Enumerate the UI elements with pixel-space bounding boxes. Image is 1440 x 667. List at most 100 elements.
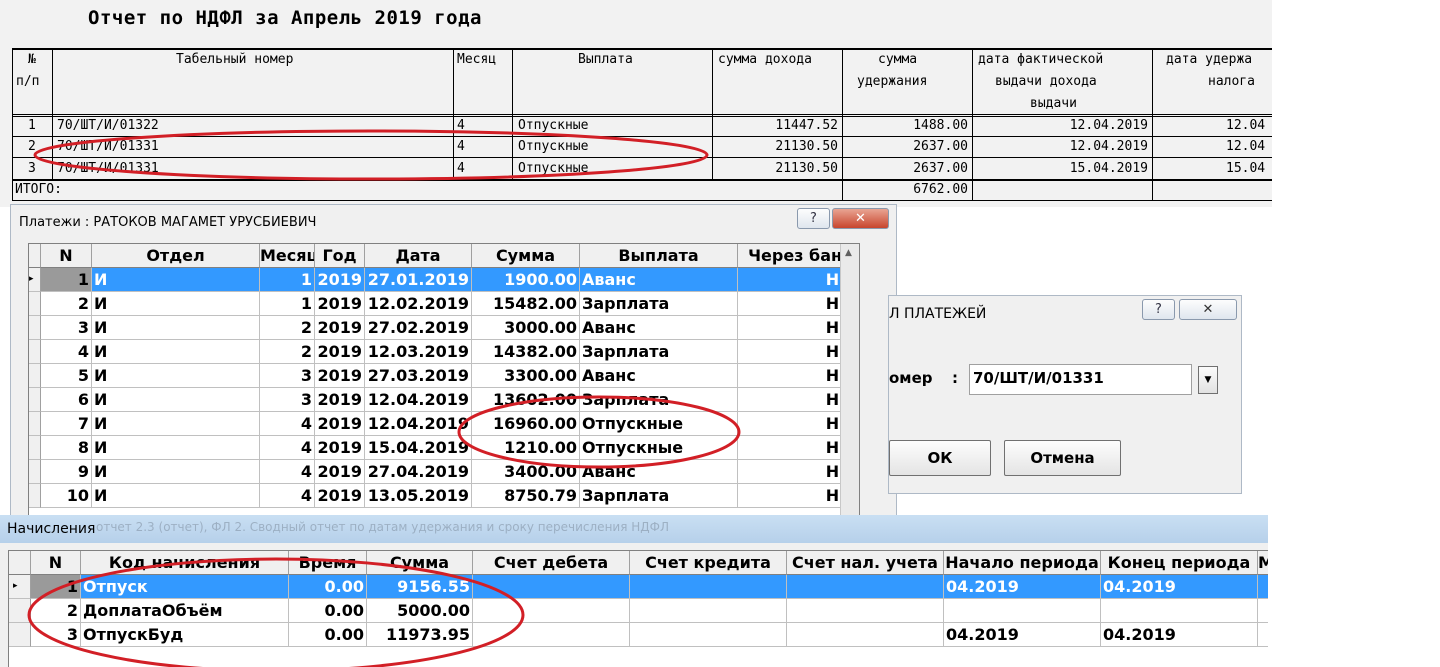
cell-payment[interactable]: Зарплата	[580, 484, 738, 508]
cell-date[interactable]: 27.01.2019	[365, 268, 472, 292]
cell-year[interactable]: 2019	[315, 292, 365, 316]
row-indicator[interactable]	[29, 412, 41, 436]
cell-m[interactable]	[1258, 575, 1268, 599]
cell-year[interactable]: 2019	[315, 460, 365, 484]
tab-number-combobox[interactable]: 70/ШТ/И/01331	[969, 364, 1192, 395]
column-header-payment[interactable]: Выплата	[580, 244, 738, 268]
cell-end[interactable]	[1101, 599, 1258, 623]
cell-sum[interactable]: 3300.00	[472, 364, 580, 388]
cell-sum[interactable]: 8750.79	[472, 484, 580, 508]
cell-dept[interactable]: И	[92, 484, 260, 508]
column-header-sum[interactable]: Сумма	[367, 551, 473, 575]
cell-payment[interactable]: Отпускные	[580, 436, 738, 460]
cell-m[interactable]	[1258, 623, 1268, 647]
cell-year[interactable]: 2019	[315, 388, 365, 412]
cell-time[interactable]: 0.00	[289, 575, 367, 599]
cell-tax[interactable]	[787, 575, 944, 599]
cell-date[interactable]: 13.05.2019	[365, 484, 472, 508]
row-indicator[interactable]	[9, 599, 31, 623]
cell-year[interactable]: 2019	[315, 364, 365, 388]
cell-sum[interactable]: 14382.00	[472, 340, 580, 364]
cell-tax[interactable]	[787, 623, 944, 647]
cell-sum[interactable]: 13602.00	[472, 388, 580, 412]
cell-n[interactable]: 8	[41, 436, 92, 460]
cell-payment[interactable]: Зарплата	[580, 340, 738, 364]
column-header-time[interactable]: Время	[289, 551, 367, 575]
cell-start[interactable]: 04.2019	[944, 575, 1101, 599]
row-indicator[interactable]	[29, 292, 41, 316]
table-row[interactable]: 9И4201927.04.20193400.00АвансНЕТ	[29, 460, 859, 484]
row-indicator[interactable]	[29, 364, 41, 388]
cell-time[interactable]: 0.00	[289, 623, 367, 647]
row-indicator-icon[interactable]: ▸	[9, 575, 31, 599]
cell-month[interactable]: 3	[260, 388, 315, 412]
cell-payment[interactable]: Зарплата	[580, 388, 738, 412]
row-indicator[interactable]	[29, 484, 41, 508]
cell-sum[interactable]: 1900.00	[472, 268, 580, 292]
table-row[interactable]: 10И4201913.05.20198750.79ЗарплатаНЕТ	[29, 484, 859, 508]
table-row[interactable]: ▸1И1201927.01.20191900.00АвансНЕТ	[29, 268, 859, 292]
cell-n[interactable]: 4	[41, 340, 92, 364]
table-row[interactable]: 2И1201912.02.201915482.00ЗарплатаНЕТ	[29, 292, 859, 316]
column-header-tax-account[interactable]: Счет нал. учета	[787, 551, 944, 575]
cell-m[interactable]	[1258, 599, 1268, 623]
column-header-dept[interactable]: Отдел	[92, 244, 260, 268]
column-header-month[interactable]: Месяц	[260, 244, 315, 268]
cell-dept[interactable]: И	[92, 388, 260, 412]
cell-time[interactable]: 0.00	[289, 599, 367, 623]
cell-n[interactable]: 9	[41, 460, 92, 484]
close-button[interactable]: ✕	[832, 208, 889, 229]
vertical-scrollbar[interactable]: ▲	[840, 244, 859, 516]
column-header-date[interactable]: Дата	[365, 244, 472, 268]
ok-button[interactable]: ОК	[889, 440, 991, 476]
cell-end[interactable]: 04.2019	[1101, 575, 1258, 599]
cell-n[interactable]: 3	[31, 623, 81, 647]
cell-payment[interactable]: Аванс	[580, 460, 738, 484]
cell-month[interactable]: 3	[260, 364, 315, 388]
accruals-grid[interactable]: N Код начисления Время Сумма Счет дебета…	[8, 550, 1268, 667]
cell-month[interactable]: 1	[260, 268, 315, 292]
column-header-m[interactable]: М	[1258, 551, 1268, 575]
cell-credit[interactable]	[630, 599, 787, 623]
cell-n[interactable]: 1	[41, 268, 92, 292]
table-row[interactable]: 3 ОтпускБуд 0.00 11973.95 04.2019 04.2019	[9, 623, 1268, 647]
column-header-period-start[interactable]: Начало периода	[944, 551, 1101, 575]
row-indicator[interactable]	[9, 623, 31, 647]
cell-payment[interactable]: Аванс	[580, 316, 738, 340]
cell-sum[interactable]: 5000.00	[367, 599, 473, 623]
cell-n[interactable]: 6	[41, 388, 92, 412]
cell-tax[interactable]	[787, 599, 944, 623]
cell-dept[interactable]: И	[92, 316, 260, 340]
cell-payment[interactable]: Отпускные	[580, 412, 738, 436]
scroll-up-icon[interactable]: ▲	[845, 248, 852, 258]
cell-payment[interactable]: Зарплата	[580, 292, 738, 316]
row-indicator[interactable]	[29, 388, 41, 412]
cell-sum[interactable]: 3400.00	[472, 460, 580, 484]
cell-year[interactable]: 2019	[315, 340, 365, 364]
cell-date[interactable]: 12.03.2019	[365, 340, 472, 364]
cell-month[interactable]: 4	[260, 484, 315, 508]
cell-month[interactable]: 2	[260, 340, 315, 364]
cell-dept[interactable]: И	[92, 292, 260, 316]
column-header-n[interactable]: N	[41, 244, 92, 268]
column-header-credit[interactable]: Счет кредита	[630, 551, 787, 575]
cell-month[interactable]: 4	[260, 436, 315, 460]
cell-dept[interactable]: И	[92, 412, 260, 436]
column-header-sum[interactable]: Сумма	[472, 244, 580, 268]
cell-credit[interactable]	[630, 575, 787, 599]
cell-date[interactable]: 27.03.2019	[365, 364, 472, 388]
column-header-year[interactable]: Год	[315, 244, 365, 268]
row-indicator[interactable]	[29, 460, 41, 484]
cell-debit[interactable]	[473, 599, 630, 623]
cell-year[interactable]: 2019	[315, 436, 365, 460]
cell-code[interactable]: ДоплатаОбъём	[81, 599, 289, 623]
cancel-button[interactable]: Отмена	[1004, 440, 1121, 476]
row-indicator-icon[interactable]: ▸	[29, 268, 41, 292]
dialog-help-button[interactable]: ?	[1142, 299, 1175, 320]
table-row[interactable]: 5И3201927.03.20193300.00АвансНЕТ	[29, 364, 859, 388]
cell-n[interactable]: 2	[31, 599, 81, 623]
cell-start[interactable]	[944, 599, 1101, 623]
cell-n[interactable]: 5	[41, 364, 92, 388]
cell-sum[interactable]: 11973.95	[367, 623, 473, 647]
column-header-period-end[interactable]: Конец периода	[1101, 551, 1258, 575]
